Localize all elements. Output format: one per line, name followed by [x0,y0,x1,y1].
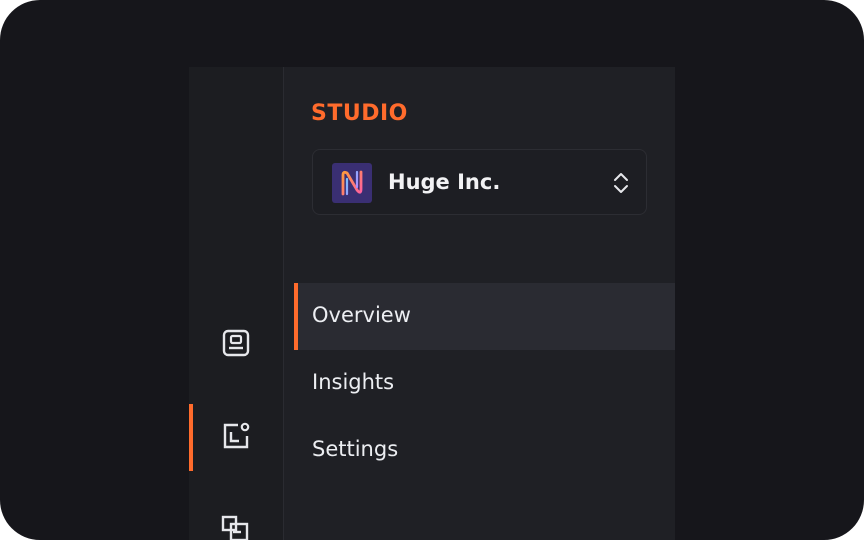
nav-item-overview[interactable]: Overview [294,283,675,350]
nav-active-marker [294,283,298,350]
profile-card-icon[interactable] [221,328,251,358]
rail-active-marker [189,404,193,471]
nav-item-settings[interactable]: Settings [294,417,675,484]
sidebar-panel: STUDIO Huge Inc. Overview Insights Setti… [284,67,675,540]
organization-switcher[interactable]: Huge Inc. [312,149,647,215]
icon-rail [189,67,284,540]
nav-item-label: Overview [312,303,411,327]
layers-icon[interactable] [221,514,251,540]
app-frame: STUDIO Huge Inc. Overview Insights Setti… [0,0,864,540]
chevron-up-down-icon[interactable] [612,171,630,195]
nav-item-insights[interactable]: Insights [294,350,675,417]
nav-item-label: Settings [312,437,399,461]
huge-logo-icon [332,163,372,203]
brand-title: STUDIO [311,101,408,126]
organization-name: Huge Inc. [388,170,501,194]
nav-item-label: Insights [312,370,395,394]
dashboard-user-icon[interactable] [221,421,251,451]
